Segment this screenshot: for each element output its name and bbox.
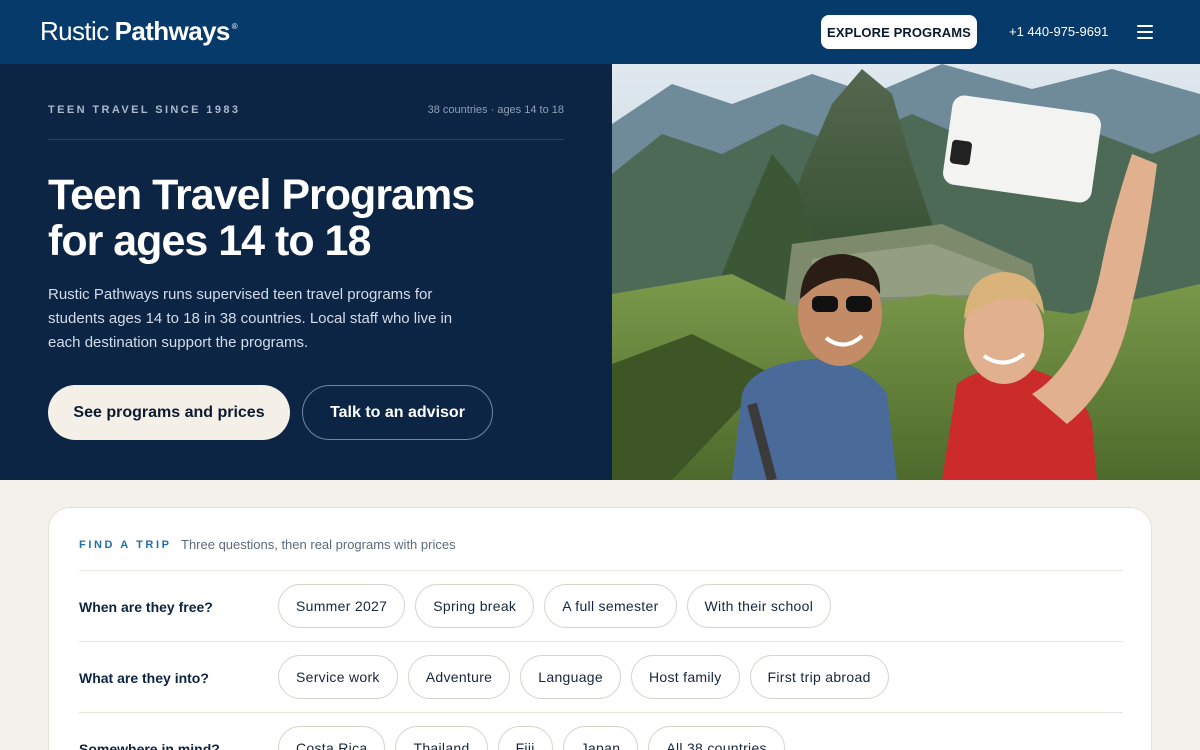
site-header: Rustic Pathways ® EXPLORE PROGRAMS +1 44… [0,0,1200,64]
option-chip[interactable]: With their school [686,584,832,628]
see-programs-button[interactable]: See programs and prices [48,385,290,440]
finder-question: Somewhere in mind? [79,741,220,750]
finder-question: When are they free? [79,599,213,615]
option-chip[interactable]: Service work [278,655,398,699]
hero-title-line-1: Teen Travel Programs [48,171,475,219]
finder-options: Service work Adventure Language Host fam… [278,655,889,699]
hero-divider [48,139,564,140]
explore-programs-button[interactable]: EXPLORE PROGRAMS [821,15,977,49]
finder-label: FIND A TRIP [79,539,172,551]
option-chip[interactable]: Summer 2027 [278,584,406,628]
option-chip[interactable]: Language [520,655,621,699]
finder-row-interests: What are they into? Service work Adventu… [79,641,1123,712]
hero-photo [612,64,1200,480]
finder-question: What are they into? [79,670,209,686]
option-chip[interactable]: First trip abroad [749,655,889,699]
hero-eyebrow: TEEN TRAVEL SINCE 1983 [48,104,241,116]
finder-row-destination: Somewhere in mind? Costa Rica Thailand F… [79,712,1123,750]
finder-options: Summer 2027 Spring break A full semester… [278,584,832,628]
option-chip[interactable]: Host family [630,655,740,699]
logo[interactable]: Rustic Pathways ® [40,16,238,47]
option-chip[interactable]: Costa Rica [278,726,386,750]
hero-title-line-2: for ages 14 to 18 [48,217,371,265]
logo-registered-mark: ® [231,22,238,31]
hero-title: Teen Travel Programs for ages 14 to 18 [48,172,568,264]
talk-to-advisor-button[interactable]: Talk to an advisor [302,385,493,440]
hero-photo-illustration [612,64,1200,480]
trip-finder-card: FIND A TRIP Three questions, then real p… [48,507,1152,750]
option-chip[interactable]: Thailand [395,726,488,750]
option-chip[interactable]: All 38 countries [648,726,785,750]
logo-text-bold: Pathways [114,16,231,46]
phone-link[interactable]: +1 440-975-9691 [1009,24,1108,39]
hero-meta: 38 countries · ages 14 to 18 [427,104,564,116]
option-chip[interactable]: A full semester [544,584,677,628]
logo-text-light: Rustic [40,16,109,46]
finder-options: Costa Rica Thailand Fiji Japan All 38 co… [278,726,785,750]
finder-row-availability: When are they free? Summer 2027 Spring b… [79,570,1123,641]
option-chip[interactable]: Adventure [407,655,511,699]
hero-description: Rustic Pathways runs supervised teen tra… [48,286,453,351]
option-chip[interactable]: Fiji [497,726,553,750]
hero-panel: TEEN TRAVEL SINCE 1983 38 countries · ag… [0,64,612,480]
hamburger-menu-icon[interactable] [1137,25,1153,39]
option-chip[interactable]: Japan [562,726,639,750]
finder-subtitle: Three questions, then real programs with… [181,537,456,552]
option-chip[interactable]: Spring break [415,584,535,628]
